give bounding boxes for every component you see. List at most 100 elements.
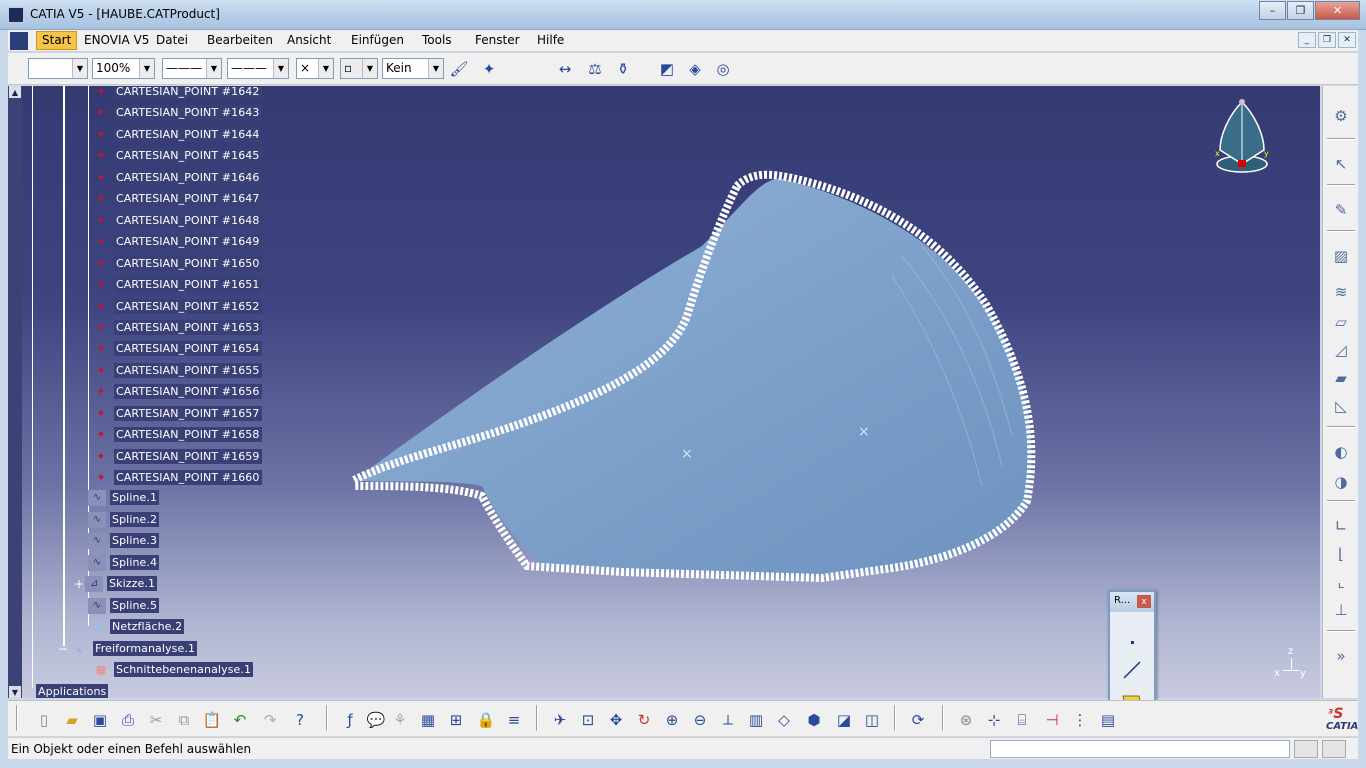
measure-inertia-icon[interactable]: ⚱: [612, 58, 634, 80]
swap-visible-icon[interactable]: ◫: [860, 708, 884, 732]
tree-item-freeform-analysis[interactable]: − ⟀ Freiformanalyse.1: [58, 640, 198, 657]
whats-this-icon[interactable]: ?: [288, 708, 312, 732]
multi-view-icon[interactable]: ▥: [744, 708, 768, 732]
tree-item-applications[interactable]: Applications: [36, 683, 109, 698]
fill-icon[interactable]: ◺: [1329, 394, 1353, 418]
color-combo[interactable]: ▼: [28, 58, 88, 79]
trim-icon[interactable]: ⊥: [1329, 598, 1353, 622]
layer-tool-icon[interactable]: ▤: [1096, 708, 1120, 732]
menu-tools[interactable]: Tools: [422, 33, 452, 47]
net-surface-shape[interactable]: [354, 178, 1032, 576]
floating-toolbar-close-button[interactable]: x: [1137, 595, 1151, 608]
apply-material-icon[interactable]: ◩: [656, 58, 678, 80]
tree-item-cartesian-point[interactable]: ✦ CARTESIAN_POINT #1657: [92, 405, 262, 422]
blend-icon[interactable]: ◑: [1329, 470, 1353, 494]
measure-between-icon[interactable]: ↔: [554, 58, 576, 80]
tree-item-sketch[interactable]: + ⊿ Skizze.1: [74, 575, 158, 592]
point-symbol-combo[interactable]: × ▼: [296, 58, 334, 79]
tree-item-section-analysis[interactable]: ▦ Schnittebenenanalyse.1: [92, 661, 254, 678]
tree-item-cartesian-point[interactable]: ✦ CARTESIAN_POINT #1649: [92, 233, 262, 250]
undo-icon[interactable]: ↶: [228, 708, 252, 732]
chevron-down-icon[interactable]: ▼: [273, 59, 288, 78]
axis-system-icon[interactable]: ⊹: [982, 708, 1006, 732]
chevron-down-icon[interactable]: ▼: [318, 59, 333, 78]
tree-scrollbar[interactable]: ▲ ▼: [8, 86, 22, 698]
tree-item-cartesian-point[interactable]: ✦ CARTESIAN_POINT #1646: [92, 169, 262, 186]
chevron-down-icon[interactable]: ▼: [362, 59, 377, 78]
sketcher-icon[interactable]: ✎: [1329, 198, 1353, 222]
fit-all-icon[interactable]: ⊡: [576, 708, 600, 732]
tree-item-spline-3[interactable]: ∿ Spline.3: [88, 532, 160, 549]
rotate-icon[interactable]: ↻: [632, 708, 656, 732]
copy-icon[interactable]: ⧉: [172, 708, 196, 732]
point-tool-icon[interactable]: [1117, 628, 1147, 656]
catia-app-icon[interactable]: [8, 7, 24, 23]
doc-close-button[interactable]: ✕: [1338, 32, 1356, 48]
format-painter-icon[interactable]: 🖌: [448, 58, 470, 80]
shading-icon[interactable]: ⬢: [802, 708, 826, 732]
table-icon[interactable]: ▦: [416, 708, 440, 732]
tree-item-cartesian-point[interactable]: ✦ CARTESIAN_POINT #1658: [92, 426, 262, 443]
tree-item-cartesian-point[interactable]: ✦ CARTESIAN_POINT #1647: [92, 190, 262, 207]
linetype-combo[interactable]: ——— ▼: [162, 58, 222, 79]
tree-item-cartesian-point[interactable]: ✦ CARTESIAN_POINT #1643: [92, 104, 262, 121]
print-icon[interactable]: ⎙: [116, 708, 140, 732]
tree-item-cartesian-point[interactable]: ✦ CARTESIAN_POINT #1659: [92, 448, 262, 465]
tree-item-cartesian-point[interactable]: ✦ CARTESIAN_POINT #1655: [92, 362, 262, 379]
tree-item-spline-2[interactable]: ∿ Spline.2: [88, 511, 160, 528]
menu-ansicht[interactable]: Ansicht: [287, 33, 331, 47]
chevron-down-icon[interactable]: ▼: [72, 59, 87, 78]
line-tool-icon[interactable]: [1117, 656, 1147, 684]
tree-item-cartesian-point[interactable]: ✦ CARTESIAN_POINT #1648: [92, 212, 262, 229]
command-history-button[interactable]: [1294, 740, 1318, 758]
tree-item-cartesian-point[interactable]: ✦ CARTESIAN_POINT #1653: [92, 319, 262, 336]
constraint-icon[interactable]: ⊣: [1040, 708, 1064, 732]
chamfer-icon[interactable]: ⌞: [1329, 570, 1353, 594]
tree-item-spline-4[interactable]: ∿ Spline.4: [88, 554, 160, 571]
lock-icon[interactable]: 🔒: [474, 708, 498, 732]
compass-icon[interactable]: x y: [1208, 94, 1276, 184]
floating-toolbar[interactable]: R... x: [1108, 590, 1156, 718]
menu-einfuegen[interactable]: Einfügen: [351, 33, 404, 47]
corner-icon[interactable]: ∟: [1329, 514, 1353, 538]
tree-item-cartesian-point[interactable]: ✦ CARTESIAN_POINT #1656: [92, 383, 262, 400]
menu-bearbeiten[interactable]: Bearbeiten: [207, 33, 273, 47]
menu-fenster[interactable]: Fenster: [475, 33, 520, 47]
fly-mode-icon[interactable]: ✈: [548, 708, 572, 732]
tree-item-cartesian-point[interactable]: ✦ CARTESIAN_POINT #1645: [92, 147, 262, 164]
new-document-icon[interactable]: ▯: [32, 708, 56, 732]
transparency-combo[interactable]: 100% ▼: [92, 58, 155, 79]
tree-item-net-surface[interactable]: ✥ Netzfläche.2: [88, 618, 185, 635]
chevron-down-icon[interactable]: ▼: [139, 59, 154, 78]
select-arrow-icon[interactable]: ↖: [1329, 152, 1353, 176]
chevron-down-icon[interactable]: ▼: [428, 59, 443, 78]
tree-item-cartesian-point[interactable]: ✦ CARTESIAN_POINT #1652: [92, 298, 262, 315]
doc-minimize-button[interactable]: _: [1298, 32, 1316, 48]
normal-view-icon[interactable]: ⟂: [716, 708, 740, 732]
graph-icon[interactable]: ⊞: [444, 708, 468, 732]
cut-icon[interactable]: ✂: [144, 708, 168, 732]
menu-datei[interactable]: Datei: [156, 33, 188, 47]
net-surface-tool-icon[interactable]: ≋: [1329, 280, 1353, 304]
paste-icon[interactable]: 📋: [200, 708, 224, 732]
scan-icon[interactable]: ◎: [712, 58, 734, 80]
open-folder-icon[interactable]: ▰: [60, 708, 84, 732]
catalog-browser-icon[interactable]: ◈: [684, 58, 706, 80]
tree-item-cartesian-point[interactable]: ✦ CARTESIAN_POINT #1650: [92, 255, 262, 272]
close-button[interactable]: ✕: [1315, 1, 1360, 20]
scroll-down-icon[interactable]: ▼: [9, 686, 21, 698]
formula-icon[interactable]: ƒ: [338, 708, 362, 732]
tree-item-spline-1[interactable]: ∿ Spline.1: [88, 489, 160, 506]
tree-item-cartesian-point[interactable]: ✦ CARTESIAN_POINT #1660: [92, 469, 262, 486]
collapse-minus-icon[interactable]: −: [58, 642, 68, 656]
cycle-icon[interactable]: ⊛: [954, 708, 978, 732]
pan-icon[interactable]: ✥: [604, 708, 628, 732]
cylinder-icon[interactable]: ⌸: [1010, 708, 1034, 732]
iso-view-icon[interactable]: ◇: [772, 708, 796, 732]
offset-icon[interactable]: ▰: [1329, 366, 1353, 390]
scroll-up-icon[interactable]: ▲: [9, 86, 21, 98]
tree-item-cartesian-point[interactable]: ✦ CARTESIAN_POINT #1654: [92, 340, 262, 357]
layer-combo[interactable]: Kein ▼: [382, 58, 444, 79]
menu-enovia[interactable]: ENOVIA V5: [84, 33, 149, 47]
linewidth-combo[interactable]: ——— ▼: [227, 58, 289, 79]
